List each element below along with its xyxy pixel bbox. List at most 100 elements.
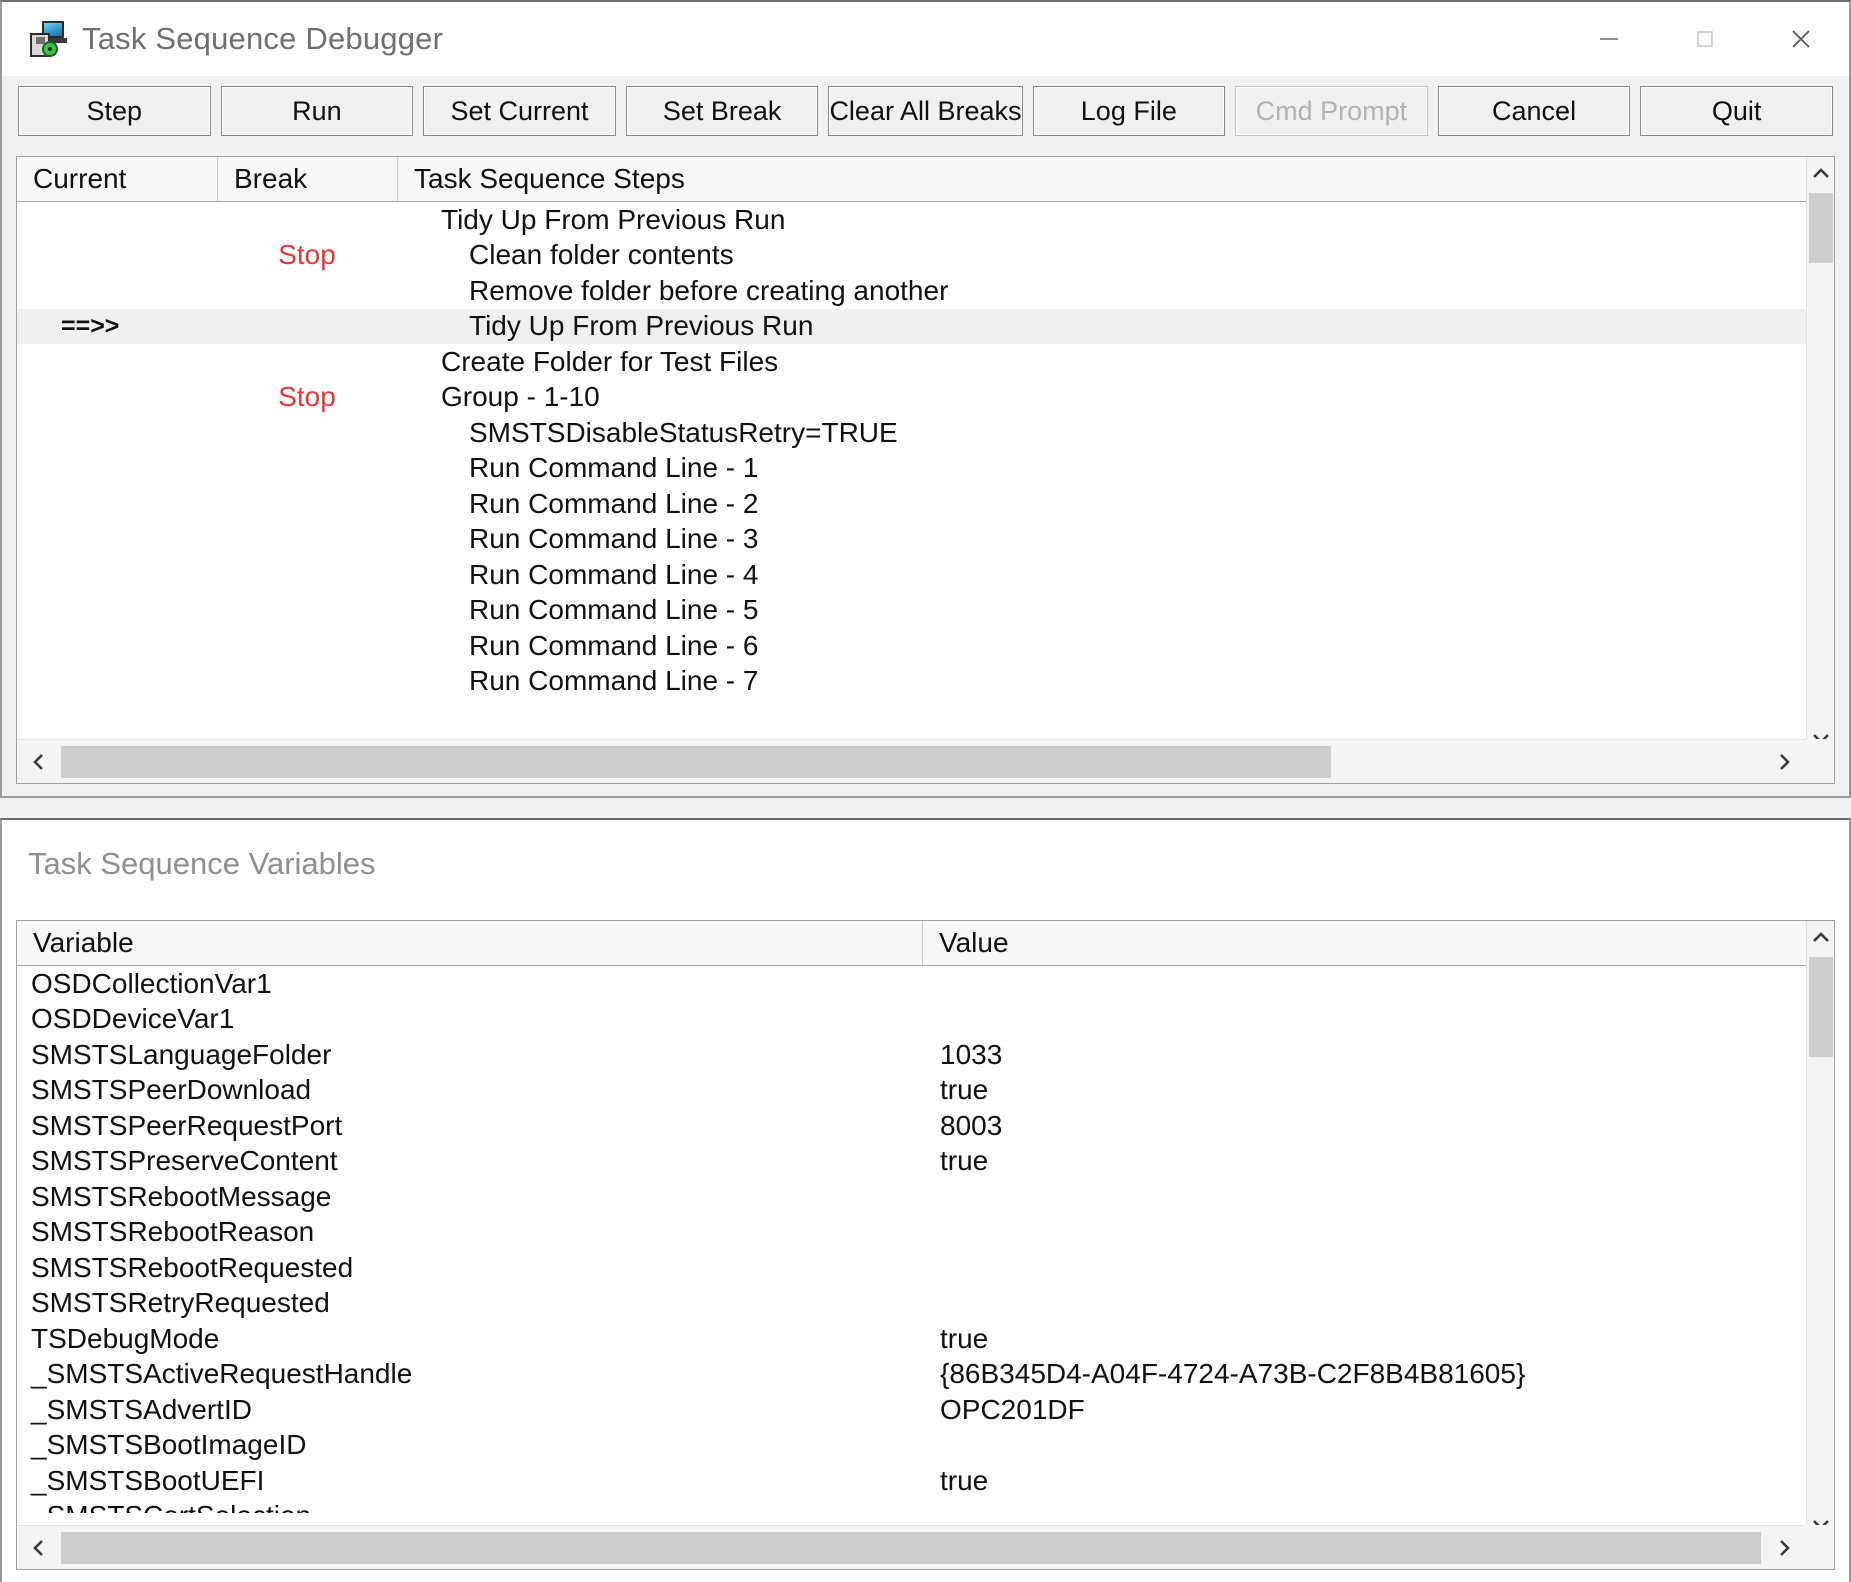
steps-vertical-scrollbar[interactable] xyxy=(1806,157,1834,755)
step-name: Group - 1-10 xyxy=(397,381,1806,413)
task-sequence-variables-panel: Task Sequence Variables Variable Value O… xyxy=(0,818,1851,1582)
step-button[interactable]: Step xyxy=(18,86,211,136)
quit-button[interactable]: Quit xyxy=(1640,86,1833,136)
step-name: Run Command Line - 7 xyxy=(397,665,1806,697)
step-row[interactable]: StopGroup - 1-10 xyxy=(17,380,1806,416)
variable-row[interactable]: SMSTSPeerDownloadtrue xyxy=(17,1073,1806,1109)
steps-scroll-thumb-vertical[interactable] xyxy=(1809,193,1833,263)
variable-name: SMSTSRebootRequested xyxy=(17,1252,922,1284)
variable-row[interactable]: SMSTSRebootReason xyxy=(17,1215,1806,1251)
variable-value: true xyxy=(922,1145,1806,1177)
chevron-up-icon[interactable] xyxy=(1807,157,1835,191)
step-row[interactable]: Run Command Line - 6 xyxy=(17,628,1806,664)
step-row[interactable]: Remove folder before creating another xyxy=(17,273,1806,309)
step-row[interactable]: Create Folder for Test Files xyxy=(17,344,1806,380)
variable-row[interactable]: SMSTSPreserveContenttrue xyxy=(17,1144,1806,1180)
steps-list-view: Current Break Task Sequence Steps Tidy U… xyxy=(16,156,1835,784)
variable-value: OPC201DF xyxy=(922,1394,1806,1426)
run-button[interactable]: Run xyxy=(221,86,414,136)
variables-scroll-thumb-horizontal[interactable] xyxy=(61,1532,1761,1564)
step-break-marker: Stop xyxy=(217,239,397,271)
variable-name: TSDebugMode xyxy=(17,1323,922,1355)
step-name: Run Command Line - 5 xyxy=(397,594,1806,626)
step-row[interactable]: Tidy Up From Previous Run xyxy=(17,202,1806,238)
step-row[interactable]: StopClean folder contents xyxy=(17,238,1806,274)
app-disk-monitor-icon xyxy=(30,19,70,59)
column-header-value[interactable]: Value xyxy=(922,921,1834,965)
variables-column-headers: Variable Value xyxy=(17,921,1834,966)
log-file-button[interactable]: Log File xyxy=(1033,86,1226,136)
variable-value: {86B345D4-A04F-4724-A73B-C2F8B4B81605} xyxy=(922,1358,1806,1390)
variable-row[interactable]: SMSTSLanguageFolder1033 xyxy=(17,1037,1806,1073)
clear-all-breaks-button[interactable]: Clear All Breaks xyxy=(828,86,1022,136)
step-row[interactable]: Run Command Line - 2 xyxy=(17,486,1806,522)
step-name: SMSTSDisableStatusRetry=TRUE xyxy=(397,417,1806,449)
column-header-break[interactable]: Break xyxy=(217,157,397,201)
chevron-left-icon[interactable] xyxy=(17,740,61,784)
minimize-icon[interactable] xyxy=(1561,1,1657,77)
variable-row[interactable]: OSDDeviceVar1 xyxy=(17,1002,1806,1038)
step-name: Tidy Up From Previous Run xyxy=(397,310,1806,342)
step-row[interactable]: Run Command Line - 5 xyxy=(17,593,1806,629)
variable-name: SMSTSRebootReason xyxy=(17,1216,922,1248)
variable-value: true xyxy=(922,1323,1806,1355)
step-row[interactable]: Run Command Line - 1 xyxy=(17,451,1806,487)
set-break-button[interactable]: Set Break xyxy=(626,86,819,136)
step-row[interactable]: Run Command Line - 4 xyxy=(17,557,1806,593)
step-name: Run Command Line - 4 xyxy=(397,559,1806,591)
step-row[interactable]: Run Command Line - 3 xyxy=(17,522,1806,558)
close-icon[interactable] xyxy=(1753,1,1849,77)
variable-row[interactable]: SMSTSRebootRequested xyxy=(17,1250,1806,1286)
variable-name: SMSTSRetryRequested xyxy=(17,1287,922,1319)
variable-row[interactable]: _SMSTSActiveRequestHandle{86B345D4-A04F-… xyxy=(17,1357,1806,1393)
variable-row[interactable]: TSDebugModetrue xyxy=(17,1321,1806,1357)
variable-row[interactable]: SMSTSRebootMessage xyxy=(17,1179,1806,1215)
step-row[interactable]: Run Command Line - 7 xyxy=(17,664,1806,700)
variable-value: true xyxy=(922,1074,1806,1106)
steps-rows: Tidy Up From Previous RunStopClean folde… xyxy=(17,202,1806,727)
steps-horizontal-scrollbar[interactable] xyxy=(17,739,1806,783)
steps-column-headers: Current Break Task Sequence Steps xyxy=(17,157,1834,202)
cmd-prompt-button: Cmd Prompt xyxy=(1235,86,1428,136)
set-current-button[interactable]: Set Current xyxy=(423,86,616,136)
variable-name: _SMSTSCertSelection xyxy=(17,1500,922,1513)
variable-row[interactable]: OSDCollectionVar1 xyxy=(17,966,1806,1002)
variable-row[interactable]: _SMSTSAdvertIDOPC201DF xyxy=(17,1392,1806,1428)
step-name: Tidy Up From Previous Run xyxy=(397,204,1806,236)
column-header-steps[interactable]: Task Sequence Steps xyxy=(397,157,1834,201)
variables-scroll-thumb-vertical[interactable] xyxy=(1809,957,1833,1057)
chevron-left-icon[interactable] xyxy=(17,1526,61,1570)
variable-row[interactable]: _SMSTSBootImageID xyxy=(17,1428,1806,1464)
variable-row[interactable]: _SMSTSBootUEFItrue xyxy=(17,1463,1806,1499)
variables-horizontal-scrollbar[interactable] xyxy=(17,1525,1806,1569)
variable-name: SMSTSPeerDownload xyxy=(17,1074,922,1106)
chevron-right-icon[interactable] xyxy=(1762,1526,1806,1570)
variable-row[interactable]: _SMSTSCertSelection xyxy=(17,1499,1806,1514)
chevron-right-icon[interactable] xyxy=(1762,740,1806,784)
variable-name: SMSTSLanguageFolder xyxy=(17,1039,922,1071)
column-header-variable[interactable]: Variable xyxy=(17,921,922,965)
step-name: Run Command Line - 1 xyxy=(397,452,1806,484)
maximize-icon[interactable] xyxy=(1657,1,1753,77)
step-row[interactable]: ==>>Tidy Up From Previous Run xyxy=(17,309,1806,345)
step-name: Run Command Line - 6 xyxy=(397,630,1806,662)
variables-scroll-corner xyxy=(1806,1525,1834,1569)
variables-list-wrapper: Variable Value OSDCollectionVar1OSDDevic… xyxy=(16,920,1835,1570)
window-controls xyxy=(1561,1,1849,77)
step-row[interactable]: SMSTSDisableStatusRetry=TRUE xyxy=(17,415,1806,451)
column-header-current[interactable]: Current xyxy=(17,157,217,201)
variable-row[interactable]: SMSTSRetryRequested xyxy=(17,1286,1806,1322)
steps-scroll-thumb-horizontal[interactable] xyxy=(61,746,1331,778)
variable-name: _SMSTSBootImageID xyxy=(17,1429,922,1461)
variable-row[interactable]: SMSTSPeerRequestPort8003 xyxy=(17,1108,1806,1144)
variables-hscroll-track[interactable] xyxy=(61,1526,1762,1570)
chevron-up-icon[interactable] xyxy=(1807,921,1835,955)
steps-hscroll-track[interactable] xyxy=(61,740,1762,784)
variables-vertical-scrollbar[interactable] xyxy=(1806,921,1834,1541)
variable-name: _SMSTSBootUEFI xyxy=(17,1465,922,1497)
cancel-button[interactable]: Cancel xyxy=(1438,86,1631,136)
task-sequence-steps-panel: Current Break Task Sequence Steps Tidy U… xyxy=(0,146,1851,798)
variable-name: OSDDeviceVar1 xyxy=(17,1003,922,1035)
variables-panel-title: Task Sequence Variables xyxy=(28,846,376,882)
step-name: Run Command Line - 2 xyxy=(397,488,1806,520)
